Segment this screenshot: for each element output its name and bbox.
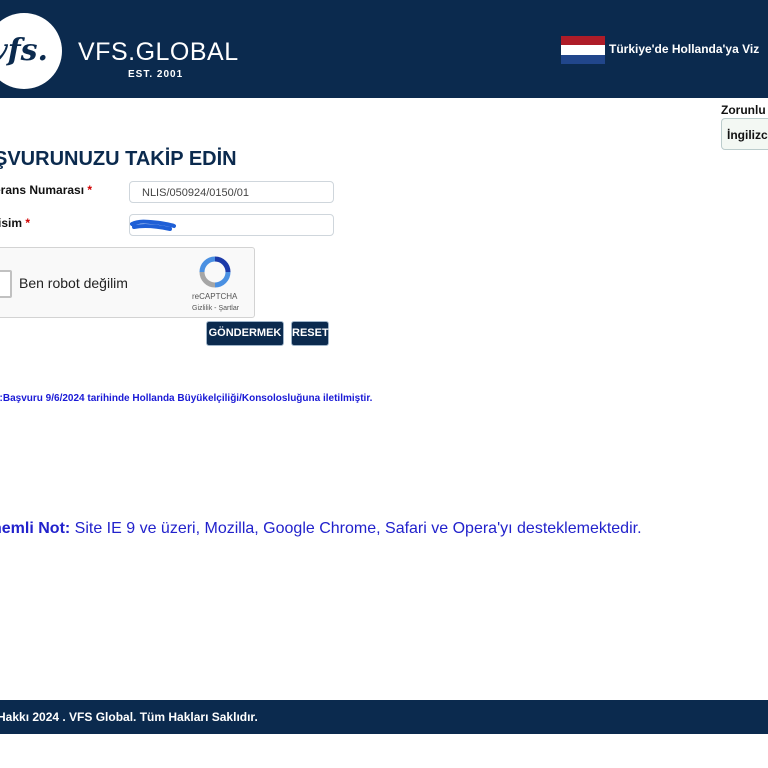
redacted-scribble [130, 219, 176, 231]
submit-button[interactable]: GÖNDERMEK [206, 321, 284, 346]
brand-established: EST. 2001 [128, 69, 184, 80]
page-title: ŞVURUNUZU TAKİP EDİN [0, 148, 237, 170]
recaptcha-widget: Ben robot değilim reCAPTCHA Gizlilik - Ş… [0, 247, 255, 318]
note-heading: nemli Not: [0, 520, 71, 537]
browser-support-note: nemli Not: Site IE 9 ve üzeri, Mozilla, … [0, 520, 642, 538]
note-text: Site IE 9 ve üzeri, Mozilla, Google Chro… [70, 520, 642, 537]
copyright-text: Hakkı 2024 . VFS Global. Tüm Hakları Sak… [0, 710, 258, 724]
required-mark: * [87, 183, 93, 197]
country-link[interactable]: Türkiye'de Hollanda'ya Viz [609, 42, 759, 56]
reset-button[interactable]: RESET [291, 321, 329, 346]
recaptcha-checkbox[interactable] [0, 270, 12, 298]
netherlands-flag-icon [561, 36, 605, 64]
reference-number-label: erans Numarası * [0, 183, 93, 197]
name-label: isim * [0, 216, 31, 230]
recaptcha-privacy-links[interactable]: Gizlilik - Şartlar [192, 305, 239, 312]
recaptcha-brand: reCAPTCHA [192, 292, 238, 301]
recaptcha-label: Ben robot değilim [19, 275, 128, 291]
application-status-message: e:Başvuru 9/6/2024 tarihinde Hollanda Bü… [0, 393, 373, 404]
vfs-logo[interactable]: vfs. [0, 13, 62, 89]
site-header: vfs. VFS.GLOBAL EST. 2001 Türkiye'de Hol… [0, 0, 768, 98]
recaptcha-icon [199, 256, 231, 288]
language-label: Zorunlu [721, 103, 766, 117]
reference-number-input[interactable]: NLIS/050924/0150/01 [129, 181, 334, 203]
name-input[interactable] [129, 214, 334, 236]
brand-name: VFS.GLOBAL [78, 38, 239, 66]
site-footer: Hakkı 2024 . VFS Global. Tüm Hakları Sak… [0, 700, 768, 734]
required-mark: * [25, 216, 31, 230]
language-select[interactable]: İngilizce [721, 118, 768, 150]
